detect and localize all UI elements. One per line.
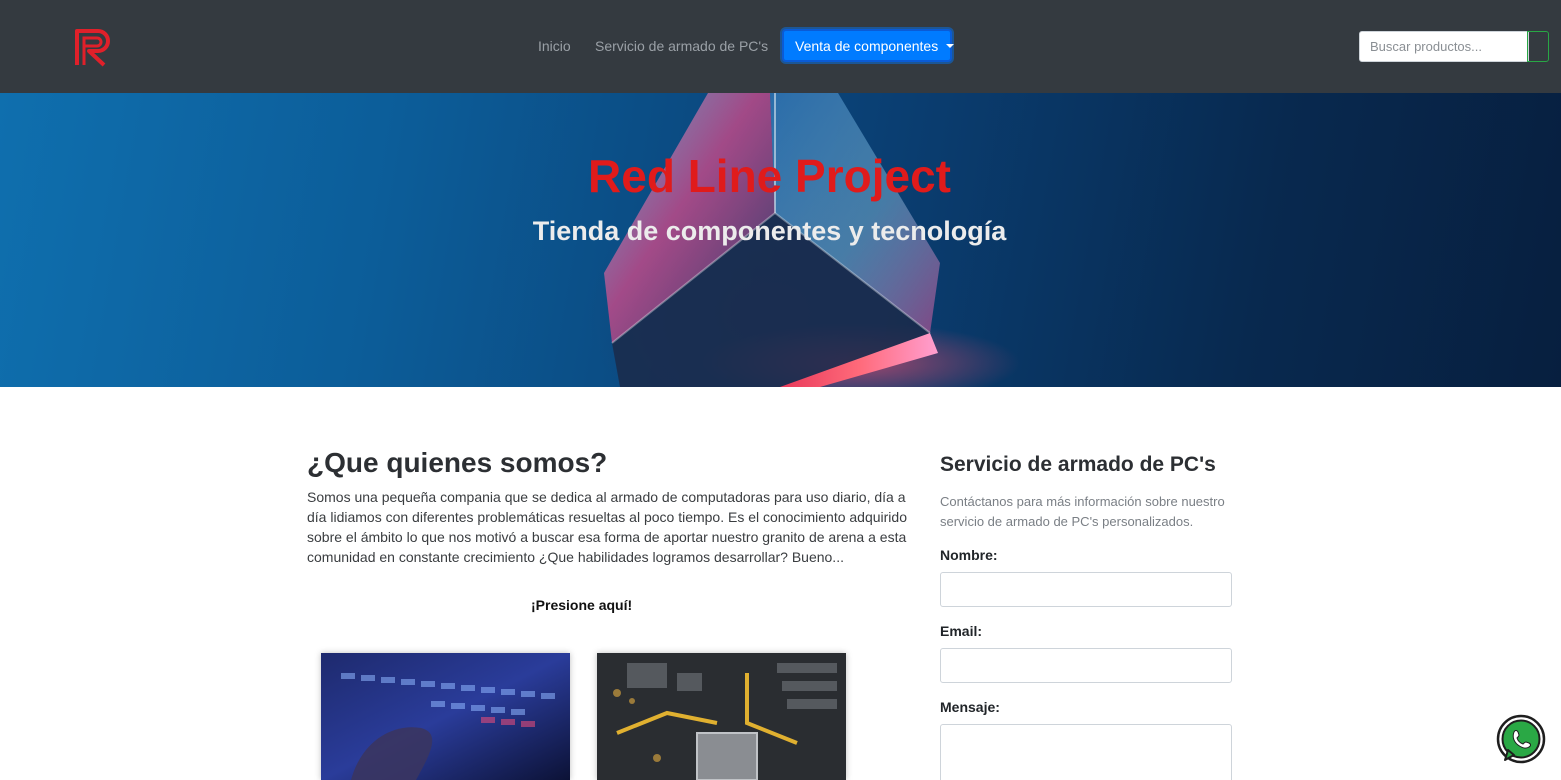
motherboard-photo[interactable] [597,653,846,780]
search-input[interactable] [1359,31,1529,62]
keyboard-photo[interactable] [321,653,570,780]
nav-link-armado-pcs[interactable]: Servicio de armado de PC's [595,38,768,54]
about-title: ¿Que quienes somos? [307,447,608,478]
search-button[interactable] [1527,31,1549,62]
about-text: Somos una pequeña compania que se dedica… [307,489,907,565]
message-field[interactable] [940,724,1232,780]
hero-subtitle: Tienda de componentes y tecnología [532,216,1007,246]
navbar: Inicio Servicio de armado de PC's Venta … [0,0,1561,93]
hero-banner: Red Line Project Tienda de componentes y… [0,93,1561,387]
name-field[interactable] [940,572,1232,607]
press-here-link[interactable]: ¡Presione aquí! [531,597,632,613]
email-label: Email: [940,623,983,639]
whatsapp-icon[interactable] [1495,714,1547,766]
caret-down-icon [946,43,955,48]
email-field[interactable] [940,648,1232,683]
nav-link-inicio[interactable]: Inicio [538,38,571,54]
form-title: Servicio de armado de PC's [940,453,1216,476]
hero-title: Red Line Project [588,150,951,202]
message-label: Mensaje: [940,699,1000,715]
form-description: Contáctanos para más información sobre n… [940,494,1225,529]
nav-dropdown-venta-componentes[interactable]: Venta de componentes [782,29,955,62]
name-label: Nombre: [940,547,998,563]
red-line-r-logo-icon[interactable] [71,25,115,69]
nav-dropdown-label: Venta de componentes [795,37,939,54]
